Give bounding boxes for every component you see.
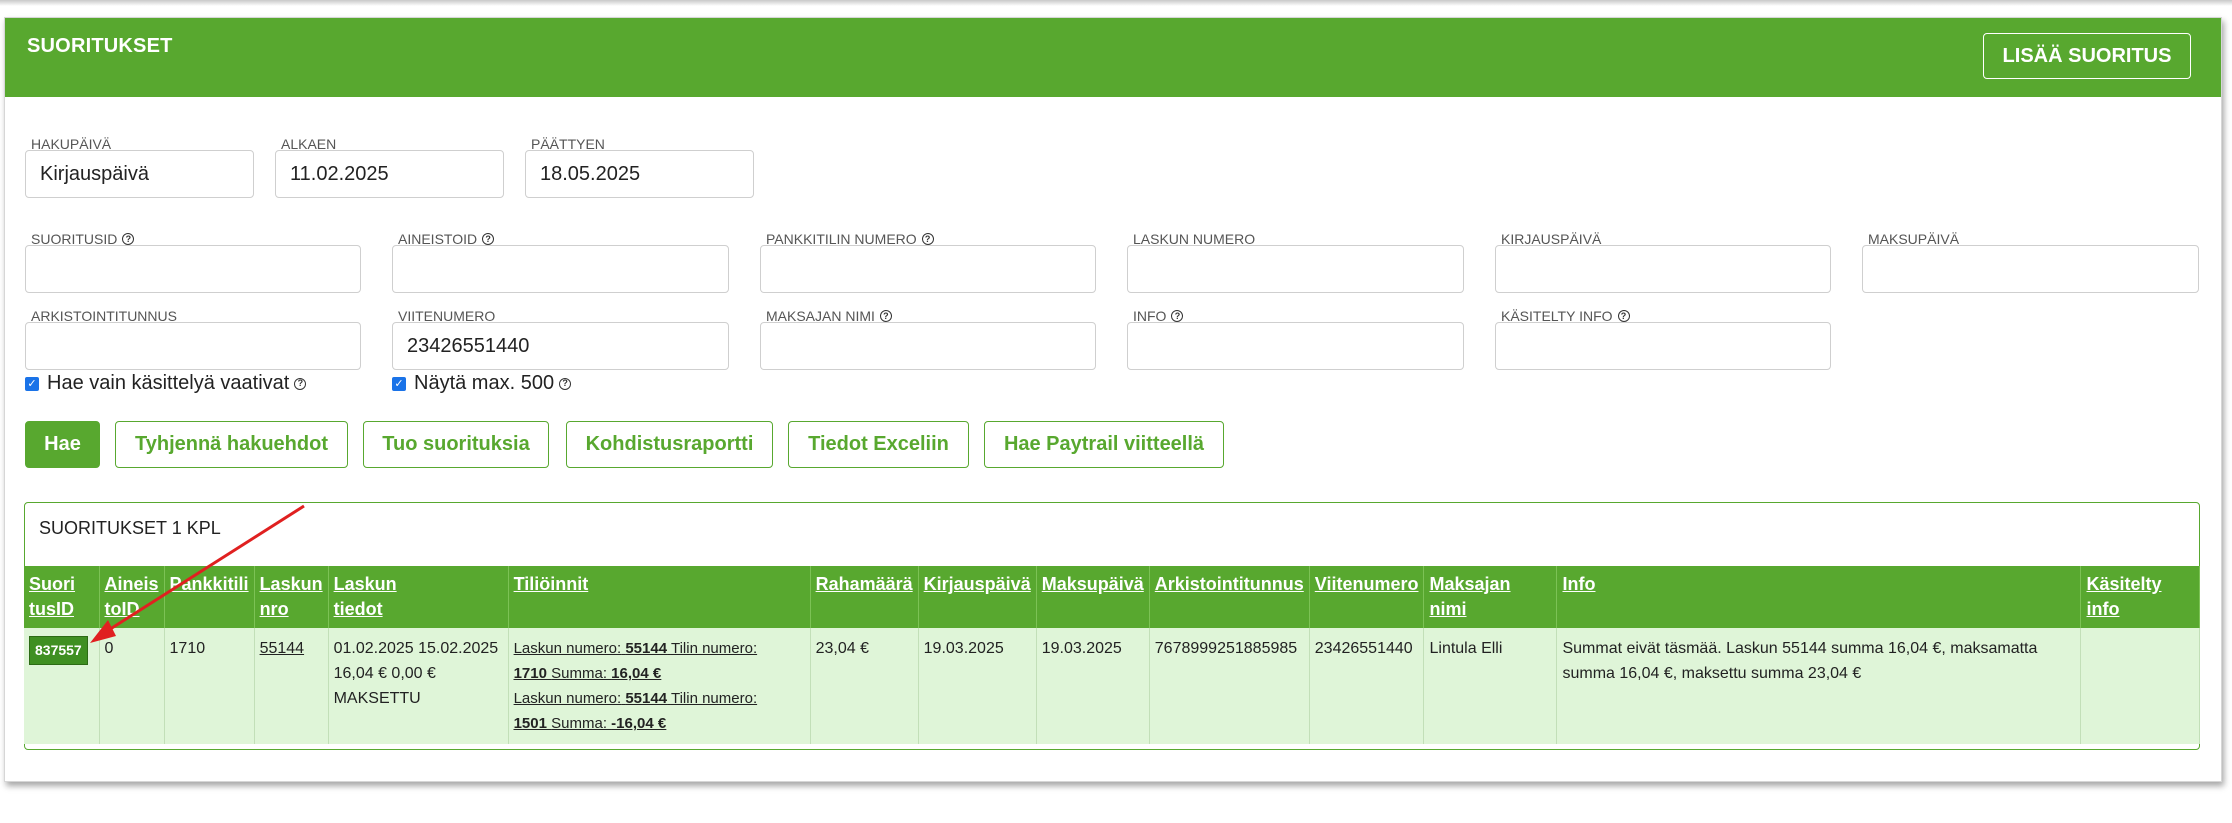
cell-kasitelty-info	[2080, 628, 2200, 744]
invoice-amounts: 16,04 € 0,00 €	[333, 665, 436, 682]
tiliointi-entry[interactable]: Laskun numero: 55144 Tilin numero: 1501 …	[514, 686, 805, 736]
tiliointi-entry[interactable]: Laskun numero: 55144 Tilin numero: 1710 …	[514, 636, 805, 686]
export-excel-button[interactable]: Tiedot Exceliin	[788, 421, 969, 468]
cell-laskun-nro: 55144	[254, 628, 329, 744]
col-info[interactable]: Info	[1556, 566, 2082, 628]
help-icon[interactable]: ?	[921, 233, 934, 245]
invoice-link[interactable]: 55144	[260, 640, 305, 657]
invoice-dates: 01.02.2025 15.02.2025	[333, 640, 499, 657]
panel-header: SUORITUKSET LISÄÄ SUORITUS	[5, 18, 2221, 97]
cell-maksupaiva: 19.03.2025	[1036, 628, 1150, 744]
cell-info: Summat eivät täsmää. Laskun 55144 summa …	[1556, 628, 2082, 744]
viitenumero-input[interactable]: 23426551440	[392, 322, 729, 370]
kirjauspaiva-input[interactable]	[1495, 245, 1831, 293]
suoritusid-badge[interactable]: 837557	[29, 636, 88, 665]
cell-viitenumero: 23426551440	[1309, 628, 1425, 744]
help-icon[interactable]: ?	[122, 233, 135, 245]
cell-rahamaara: 23,04 €	[810, 628, 919, 744]
col-viitenumero[interactable]: Viitenumero	[1309, 566, 1425, 628]
col-suoritusid[interactable]: Suori tusID	[24, 566, 100, 628]
col-aineistoid[interactable]: Aineis toID	[99, 566, 165, 628]
window-top-edge	[0, 0, 2232, 6]
paytrail-search-button[interactable]: Hae Paytrail viitteellä	[984, 421, 1224, 468]
kasitelty-info-input[interactable]	[1495, 322, 1831, 370]
add-payment-button[interactable]: LISÄÄ SUORITUS	[1983, 33, 2191, 79]
table-row: 837557 0 1710 55144 01.02.2025 15.02.202…	[24, 628, 2200, 744]
aineistoid-input[interactable]	[392, 245, 729, 293]
max-500-checkbox[interactable]: ✓	[392, 376, 406, 391]
arkistointitunnus-input[interactable]	[25, 322, 361, 370]
maksupaiva-input[interactable]	[1862, 245, 2199, 293]
checkbox-max-row: ✓ Näytä max. 500 ?	[392, 372, 572, 395]
cell-aineistoid: 0	[99, 628, 165, 744]
cell-suoritusid: 837557	[24, 628, 100, 744]
help-icon[interactable]: ?	[482, 233, 495, 245]
help-icon[interactable]: ?	[1617, 310, 1630, 322]
paattyen-date-input[interactable]: 18.05.2025	[525, 150, 754, 198]
table-header-row: Suori tusID Aineis toID Pankkitili Laskun n…	[24, 566, 2200, 628]
import-payments-button[interactable]: Tuo suorituksia	[363, 421, 549, 468]
help-icon[interactable]: ?	[559, 377, 572, 390]
col-kasitelty-info[interactable]: Käsitelty info	[2080, 566, 2200, 628]
col-laskun-tiedot[interactable]: Laskun tiedot	[328, 566, 509, 628]
help-icon[interactable]: ?	[879, 310, 892, 322]
pankkitili-input[interactable]	[760, 245, 1096, 293]
cell-tilioinnit: Laskun numero: 55144 Tilin numero: 1710 …	[508, 628, 811, 744]
cell-laskun-tiedot: 01.02.2025 15.02.2025 16,04 € 0,00 € MAK…	[328, 628, 509, 744]
maksajan-nimi-input[interactable]	[760, 322, 1096, 370]
hakupaiva-select[interactable]: Kirjauspäivä	[25, 150, 254, 198]
help-icon[interactable]: ?	[1171, 310, 1184, 322]
col-maksajan-nimi[interactable]: Maksajan nimi	[1423, 566, 1558, 628]
page-title: SUORITUKSET	[27, 35, 173, 57]
col-maksupaiva[interactable]: Maksupäivä	[1036, 566, 1150, 628]
results-count: SUORITUKSET 1 KPL	[39, 518, 221, 538]
suoritusid-input[interactable]	[25, 245, 361, 293]
col-tilioinnit[interactable]: Tiliöinnit	[508, 566, 811, 628]
laskun-numero-input[interactable]	[1127, 245, 1464, 293]
cell-pankkitili: 1710	[164, 628, 255, 744]
allocation-report-button[interactable]: Kohdistusraportti	[566, 421, 773, 468]
col-arkistointitunnus[interactable]: Arkistointitunnus	[1149, 566, 1310, 628]
info-input[interactable]	[1127, 322, 1464, 370]
max-500-checkbox-label: Näytä max. 500	[414, 372, 555, 394]
invoice-status: MAKSETTU	[333, 690, 421, 707]
cell-kirjauspaiva: 19.03.2025	[918, 628, 1037, 744]
col-pankkitili[interactable]: Pankkitili	[164, 566, 255, 628]
col-laskun-nro[interactable]: Laskun nro	[254, 566, 329, 628]
kasittely-checkbox[interactable]: ✓	[25, 376, 39, 391]
cell-arkistointitunnus: 7678999251885985	[1149, 628, 1310, 744]
col-rahamaara[interactable]: Rahamäärä	[810, 566, 919, 628]
alkaen-date-input[interactable]: 11.02.2025	[275, 150, 504, 198]
checkbox-kasittely-row: ✓ Hae vain käsittelyä vaativat ?	[25, 372, 307, 395]
help-icon[interactable]: ?	[294, 377, 307, 390]
search-button[interactable]: Hae	[25, 421, 100, 468]
kasittely-checkbox-label: Hae vain käsittelyä vaativat	[47, 372, 290, 394]
col-kirjauspaiva[interactable]: Kirjauspäivä	[918, 566, 1037, 628]
cell-maksajan-nimi: Lintula Elli	[1423, 628, 1558, 744]
results-table: Suori tusID Aineis toID Pankkitili Laskun n…	[24, 566, 2200, 744]
clear-filters-button[interactable]: Tyhjennä hakuehdot	[115, 421, 348, 468]
